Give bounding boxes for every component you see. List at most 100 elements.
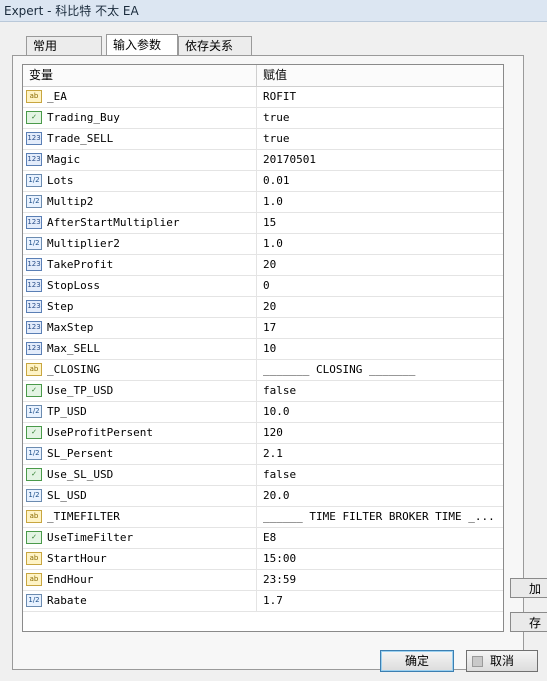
grid-row[interactable]: ab _TIMEFILTER ______ TIME FILTER BROKER T… [23,507,503,528]
tab-inputs[interactable]: 输入参数 [106,34,178,56]
variable-value[interactable]: ______ TIME FILTER BROKER TIME _... [263,507,499,527]
type-bool-icon: ✓ [26,426,42,439]
variable-value[interactable]: ROFIT [263,87,499,107]
type-int-icon: 123 [26,300,42,313]
variable-value[interactable]: 120 [263,423,499,443]
variable-value[interactable]: E8 [263,528,499,548]
grid-row[interactable]: 123 StopLoss 0 [23,276,503,297]
grid-header: 变量 赋值 [23,65,503,87]
variable-name: UseTimeFilter [47,531,134,544]
variable-name: AfterStartMultiplier [47,216,180,229]
side-button-save[interactable]: 存 [510,612,547,632]
variable-name: _TIMEFILTER [47,510,120,523]
variable-value[interactable]: 15:00 [263,549,499,569]
grid-row[interactable]: 1/2 Multiplier2 1.0 [23,234,503,255]
variable-name: SL_Persent [47,447,114,460]
grid-row[interactable]: 1/2 Multip2 1.0 [23,192,503,213]
variable-name: Rabate [47,594,87,607]
ok-button[interactable]: 确定 [380,650,454,672]
column-separator [256,486,257,507]
grid-row[interactable]: ab StartHour 15:00 [23,549,503,570]
side-button-load[interactable]: 加 [510,578,547,598]
grid-row[interactable]: ab _EA ROFIT [23,87,503,108]
grid-row[interactable]: 123 AfterStartMultiplier 15 [23,213,503,234]
grid-row[interactable]: 123 Magic 20170501 [23,150,503,171]
variable-value[interactable]: 20.0 [263,486,499,506]
type-ab-icon: ab [26,510,42,523]
grid-row[interactable]: 123 Max_SELL 10 [23,339,503,360]
grid-row[interactable]: ab _CLOSING _______ CLOSING _______ [23,360,503,381]
grid-row[interactable]: ✓ UseTimeFilter E8 [23,528,503,549]
variable-name: Lots [47,174,74,187]
inputs-grid: 变量 赋值 ab _EA ROFIT ✓ Trading_Buy true 123 Trade… [22,64,504,632]
grid-row[interactable]: 1/2 Lots 0.01 [23,171,503,192]
variable-name: _EA [47,90,67,103]
grid-row[interactable]: 1/2 TP_USD 10.0 [23,402,503,423]
grid-row[interactable]: ✓ UseProfitPersent 120 [23,423,503,444]
column-variable: 变量 [29,68,54,82]
grid-row[interactable]: ✓ Use_SL_USD false [23,465,503,486]
variable-value[interactable]: 1.0 [263,234,499,254]
column-separator [256,591,257,612]
column-separator [256,213,257,234]
column-separator [256,423,257,444]
grid-row[interactable]: ✓ Trading_Buy true [23,108,503,129]
type-ab-icon: ab [26,363,42,376]
variable-value[interactable]: 10.0 [263,402,499,422]
tab-general[interactable]: 常用 [26,36,102,55]
type-bool-icon: ✓ [26,384,42,397]
grid-row[interactable]: 1/2 SL_Persent 2.1 [23,444,503,465]
variable-value[interactable]: true [263,108,499,128]
type-int-icon: 123 [26,342,42,355]
variable-value[interactable]: 23:59 [263,570,499,590]
column-separator [256,339,257,360]
variable-name: Use_TP_USD [47,384,114,397]
variable-value[interactable]: true [263,129,499,149]
variable-value[interactable]: 0 [263,276,499,296]
column-separator [256,549,257,570]
type-int-icon: 123 [26,153,42,166]
grid-row[interactable]: 1/2 Rabate 1.7 [23,591,503,612]
type-dbl-icon: 1/2 [26,174,42,187]
grid-row[interactable]: 123 Trade_SELL true [23,129,503,150]
grid-row[interactable]: 123 Step 20 [23,297,503,318]
variable-value[interactable]: false [263,381,499,401]
column-separator [256,381,257,402]
cancel-button[interactable]: 取消 [466,650,538,672]
window-title: Expert - 科比特 不太 EA [0,0,547,22]
variable-value[interactable]: 0.01 [263,171,499,191]
grid-row[interactable]: ✓ Use_TP_USD false [23,381,503,402]
variable-value[interactable]: 20 [263,297,499,317]
type-ab-icon: ab [26,552,42,565]
type-int-icon: 123 [26,321,42,334]
variable-value[interactable]: 20 [263,255,499,275]
column-separator [256,444,257,465]
column-separator [256,570,257,591]
grid-row[interactable]: 123 TakeProfit 20 [23,255,503,276]
type-bool-icon: ✓ [26,111,42,124]
cancel-icon [472,656,483,667]
variable-name: Magic [47,153,81,166]
variable-value[interactable]: false [263,465,499,485]
tab-dependencies[interactable]: 依存关系 [178,36,252,55]
column-separator [256,65,257,86]
variable-name: Trade_SELL [47,132,114,145]
variable-value[interactable]: _______ CLOSING _______ [263,360,499,380]
column-separator [256,465,257,486]
variable-value[interactable]: 17 [263,318,499,338]
variable-value[interactable]: 15 [263,213,499,233]
variable-value[interactable]: 1.0 [263,192,499,212]
variable-name: SL_USD [47,489,87,502]
variable-value[interactable]: 1.7 [263,591,499,611]
grid-row[interactable]: 123 MaxStep 17 [23,318,503,339]
variable-value[interactable]: 2.1 [263,444,499,464]
variable-value[interactable]: 10 [263,339,499,359]
grid-row[interactable]: ab EndHour 23:59 [23,570,503,591]
variable-name: StartHour [47,552,107,565]
variable-value[interactable]: 20170501 [263,150,499,170]
type-int-icon: 123 [26,279,42,292]
type-dbl-icon: 1/2 [26,489,42,502]
column-separator [256,507,257,528]
column-separator [256,360,257,381]
grid-row[interactable]: 1/2 SL_USD 20.0 [23,486,503,507]
